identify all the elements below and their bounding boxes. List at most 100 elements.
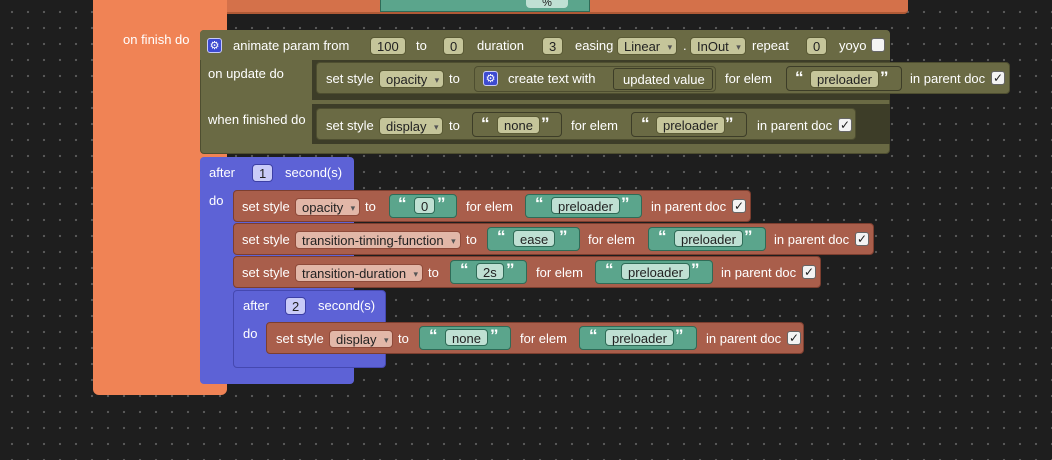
repeat-label: repeat (752, 38, 789, 53)
row4-in-parent-checkbox[interactable]: ✓ (787, 331, 801, 345)
easing-value: Linear (624, 39, 661, 54)
row4-for-elem-label: for elem (520, 331, 567, 346)
finished-in-parent-label: in parent doc (757, 118, 833, 133)
open-quote-icon: “ (641, 114, 650, 133)
row1-elem-value[interactable]: preloader (551, 197, 620, 214)
update-elem-value[interactable]: preloader (810, 70, 879, 88)
after-1-label: after (209, 165, 236, 180)
on-update-label: on update do (208, 66, 284, 81)
easing-mode-value: InOut (697, 39, 729, 54)
chevron-down-icon: ▾ (667, 42, 673, 52)
close-quote-icon: ” (691, 260, 700, 279)
update-prop-value: opacity (386, 72, 428, 87)
row3-for-elem-label: for elem (536, 265, 583, 280)
open-quote-icon: “ (460, 260, 469, 279)
chevron-down-icon: ▾ (434, 75, 440, 85)
row1-in-parent-checkbox[interactable]: ✓ (732, 199, 746, 213)
duration-label: duration (477, 38, 524, 53)
chevron-down-icon: ▾ (451, 236, 456, 246)
gear-icon[interactable]: ⚙ (207, 38, 222, 53)
finished-for-elem-label: for elem (571, 118, 618, 133)
row3-in-parent-checkbox[interactable]: ✓ (802, 265, 816, 279)
row4-value[interactable]: none (445, 329, 488, 346)
row1-set-style-label: set style (242, 199, 290, 214)
after-2-do-label: do (243, 326, 258, 341)
partial-value-text: % (542, 0, 552, 8)
finished-elem-value[interactable]: preloader (656, 116, 725, 134)
row2-value[interactable]: ease (513, 230, 556, 247)
after-2-seconds-label: second(s) (318, 298, 376, 313)
chevron-down-icon: ▾ (413, 269, 419, 279)
row2-in-parent-checkbox[interactable]: ✓ (855, 232, 869, 246)
update-prop-dropdown[interactable]: opacity ▾ (379, 70, 445, 88)
update-for-elem-label: for elem (725, 71, 772, 86)
update-in-parent-label: in parent doc (910, 71, 986, 86)
row2-elem-value[interactable]: preloader (674, 230, 743, 247)
duration-field[interactable]: 3 (542, 37, 564, 55)
row3-to-label: to (428, 265, 439, 280)
update-in-parent-checkbox[interactable]: ✓ (991, 71, 1005, 85)
easing-dropdown[interactable]: Linear ▾ (617, 37, 678, 55)
row2-for-elem-label: for elem (588, 232, 635, 247)
row1-prop-value: opacity (302, 200, 344, 215)
close-quote-icon: ” (506, 260, 515, 279)
after-1-do-label: do (209, 193, 224, 208)
yoyo-label: yoyo (839, 38, 867, 53)
after-1-seconds-label: second(s) (285, 165, 343, 180)
open-quote-icon: “ (795, 68, 804, 87)
when-finished-label: when finished do (208, 112, 306, 127)
row4-set-style-label: set style (276, 331, 324, 346)
after-2-seconds-field[interactable]: 2 (285, 297, 307, 315)
close-quote-icon: ” (541, 114, 550, 133)
row2-to-label: to (466, 232, 477, 247)
row3-set-style-label: set style (242, 265, 290, 280)
on-finish-label: on finish do (123, 32, 190, 47)
on-finish-bottom-tab (93, 383, 227, 395)
row3-elem-value[interactable]: preloader (621, 263, 690, 280)
row1-value[interactable]: 0 (414, 197, 436, 214)
finished-prop-dropdown[interactable]: display ▾ (379, 117, 444, 135)
chevron-down-icon: ▾ (433, 122, 439, 132)
repeat-field[interactable]: 0 (806, 37, 828, 55)
easing-label: easing (575, 38, 614, 53)
finished-prop-value: display (386, 119, 427, 134)
close-quote-icon: ” (880, 68, 889, 87)
updated-value-label: updated value (623, 72, 705, 87)
finished-set-style-label: set style (326, 118, 374, 133)
close-quote-icon: ” (744, 227, 753, 246)
open-quote-icon: “ (481, 114, 490, 133)
row3-prop-dropdown[interactable]: transition-duration ▾ (295, 264, 424, 282)
chevron-down-icon: ▾ (350, 203, 356, 213)
open-quote-icon: “ (658, 227, 667, 246)
close-quote-icon: ” (559, 227, 568, 246)
row1-for-elem-label: for elem (466, 199, 513, 214)
row2-prop-value: transition-timing-function (302, 233, 444, 248)
row2-prop-dropdown[interactable]: transition-timing-function ▾ (295, 231, 461, 249)
row1-to-label: to (365, 199, 376, 214)
finished-in-parent-checkbox[interactable]: ✓ (838, 118, 852, 132)
close-quote-icon: ” (437, 194, 446, 213)
row3-in-parent-label: in parent doc (721, 265, 797, 280)
open-quote-icon: “ (535, 194, 544, 213)
to-field[interactable]: 0 (443, 37, 465, 55)
open-quote-icon: “ (605, 260, 614, 279)
row2-in-parent-label: in parent doc (774, 232, 850, 247)
close-quote-icon: ” (621, 194, 630, 213)
row3-value[interactable]: 2s (476, 263, 504, 280)
partial-value-field[interactable]: % (526, 0, 568, 8)
chevron-down-icon: ▾ (736, 42, 741, 52)
easing-mode-dropdown[interactable]: InOut ▾ (690, 37, 746, 55)
finished-value[interactable]: none (497, 116, 540, 134)
after-1-seconds-field[interactable]: 1 (252, 164, 274, 182)
gear-icon[interactable]: ⚙ (483, 71, 498, 86)
row4-in-parent-label: in parent doc (706, 331, 782, 346)
from-field[interactable]: 100 (370, 37, 406, 55)
row1-prop-dropdown[interactable]: opacity ▾ (295, 198, 361, 216)
row2-set-style-label: set style (242, 232, 290, 247)
yoyo-checkbox[interactable] (871, 38, 885, 52)
row4-to-label: to (398, 331, 409, 346)
easing-dot: . (683, 38, 687, 53)
row4-prop-dropdown[interactable]: display ▾ (329, 330, 394, 348)
row4-elem-value[interactable]: preloader (605, 329, 674, 346)
update-set-style-label: set style (326, 71, 374, 86)
